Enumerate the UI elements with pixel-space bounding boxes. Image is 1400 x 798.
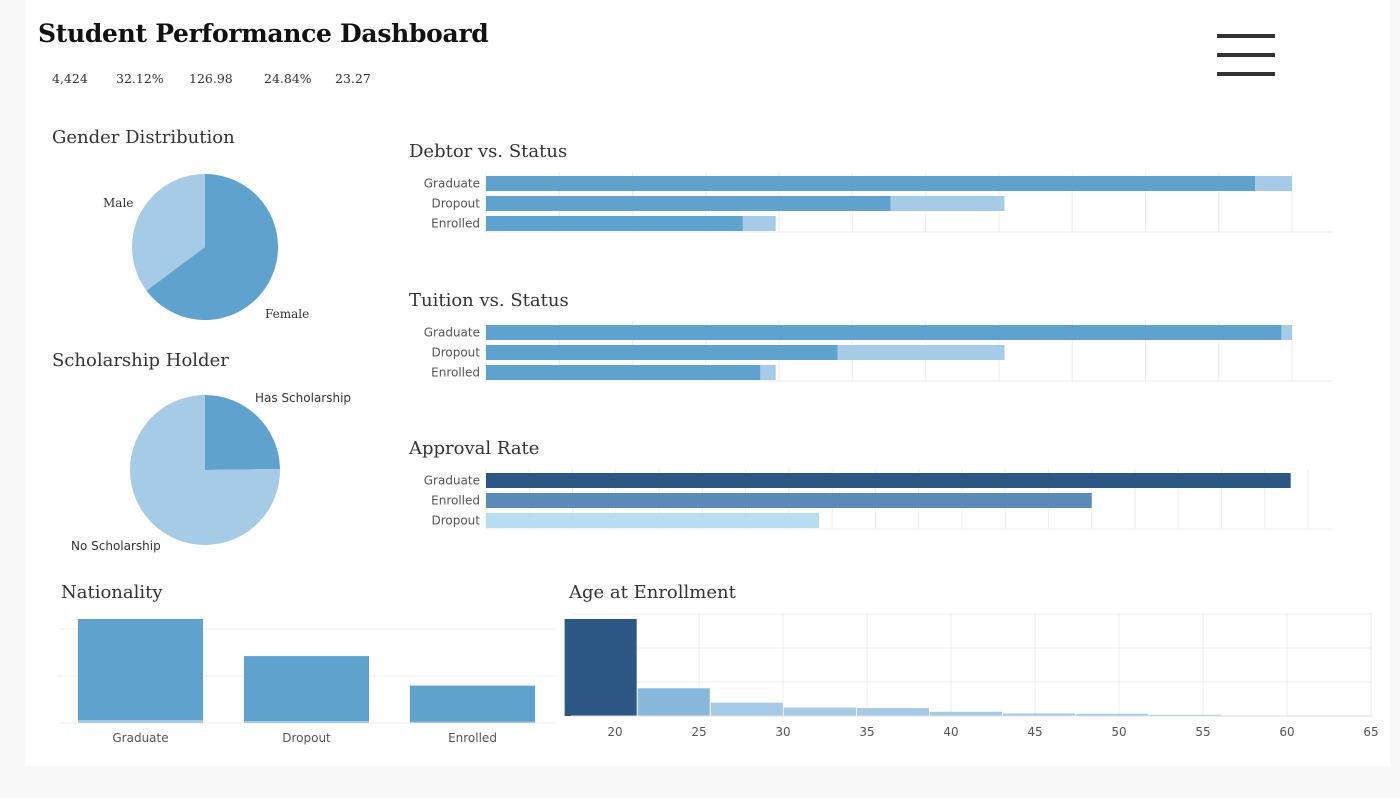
histogram-bar (856, 708, 929, 716)
pie-label: Female (265, 307, 309, 321)
kpi-average-age: 23.27 (335, 71, 371, 86)
bar-segment (410, 721, 535, 723)
x-tick-label: 45 (1027, 725, 1042, 739)
category-label: Dropout (282, 731, 331, 745)
bar-segment (78, 619, 203, 721)
bar-segment (760, 365, 776, 380)
pie-label: Has Scholarship (255, 391, 351, 405)
category-label: Enrolled (431, 217, 480, 231)
x-tick-label: 40 (943, 725, 958, 739)
pie-slice (205, 395, 280, 470)
kpi-scholarship-rate: 24.84% (264, 71, 312, 86)
x-tick-label: 50 (1111, 725, 1126, 739)
x-tick-label: 60 (1279, 725, 1294, 739)
bar-segment (486, 176, 1256, 191)
bar-segment (486, 196, 891, 211)
age-chart-title: Age at Enrollment (569, 582, 736, 603)
bar (486, 493, 1092, 508)
approval-chart-title: Approval Rate (409, 438, 540, 459)
category-label: Graduate (424, 474, 480, 488)
age-histogram-chart: 20 25 30 35 40 45 50 55 60 65 (564, 613, 1400, 739)
category-label: Dropout (431, 346, 480, 360)
bar-segment (1281, 325, 1292, 340)
debtor-chart-title: Debtor vs. Status (409, 141, 568, 162)
kpi-dropout-rate: 32.12% (116, 71, 164, 86)
category-label: Graduate (424, 177, 480, 191)
menu-line (1217, 34, 1275, 38)
menu-line (1217, 53, 1275, 57)
histogram-bar (930, 711, 1003, 716)
page-title: Student Performance Dashboard (38, 19, 489, 48)
x-tick-label: 30 (775, 725, 790, 739)
bar (486, 513, 820, 528)
category-label: Enrolled (431, 366, 480, 380)
nationality-chart-title: Nationality (61, 582, 163, 603)
x-tick-label: 55 (1195, 725, 1210, 739)
bar (486, 473, 1291, 488)
gender-chart-title: Gender Distribution (52, 127, 235, 148)
x-tick-label: 20 (607, 725, 622, 739)
x-tick-label: 25 (691, 725, 706, 739)
bar-segment (890, 196, 1005, 211)
pie-label: No Scholarship (71, 539, 161, 553)
category-label: Enrolled (431, 494, 480, 508)
histogram-bar (564, 619, 637, 716)
bar-segment (486, 345, 838, 360)
tuition-chart-title: Tuition vs. Status (409, 290, 569, 311)
bar-segment (486, 365, 761, 380)
kpi-average-grade: 126.98 (189, 71, 233, 86)
histogram-bar (637, 688, 710, 716)
x-tick-label: 65 (1363, 725, 1378, 739)
menu-line (1217, 72, 1275, 76)
category-label: Dropout (431, 197, 480, 211)
kpi-total-students: 4,424 (52, 71, 88, 86)
category-label: Graduate (424, 326, 480, 340)
bar-segment (244, 721, 369, 723)
dashboard-panel: Student Performance Dashboard 4,424 32.1… (25, 0, 1400, 766)
x-tick-label: 35 (859, 725, 874, 739)
bar-segment (486, 216, 743, 231)
histogram-bar (783, 707, 856, 716)
category-label: Enrolled (448, 731, 497, 745)
bar-segment (837, 345, 1005, 360)
bar-segment (410, 685, 535, 722)
bar-segment (244, 656, 369, 722)
pie-label: Male (103, 196, 133, 210)
bar-segment (742, 216, 776, 231)
bar-segment (78, 720, 203, 723)
bar-segment (486, 325, 1282, 340)
category-label: Graduate (112, 731, 168, 745)
hamburger-menu-icon[interactable] (1217, 32, 1277, 80)
bar-segment (1255, 176, 1292, 191)
histogram-bar (710, 702, 783, 716)
scholarship-chart-title: Scholarship Holder (52, 350, 229, 371)
category-label: Dropout (431, 514, 480, 528)
